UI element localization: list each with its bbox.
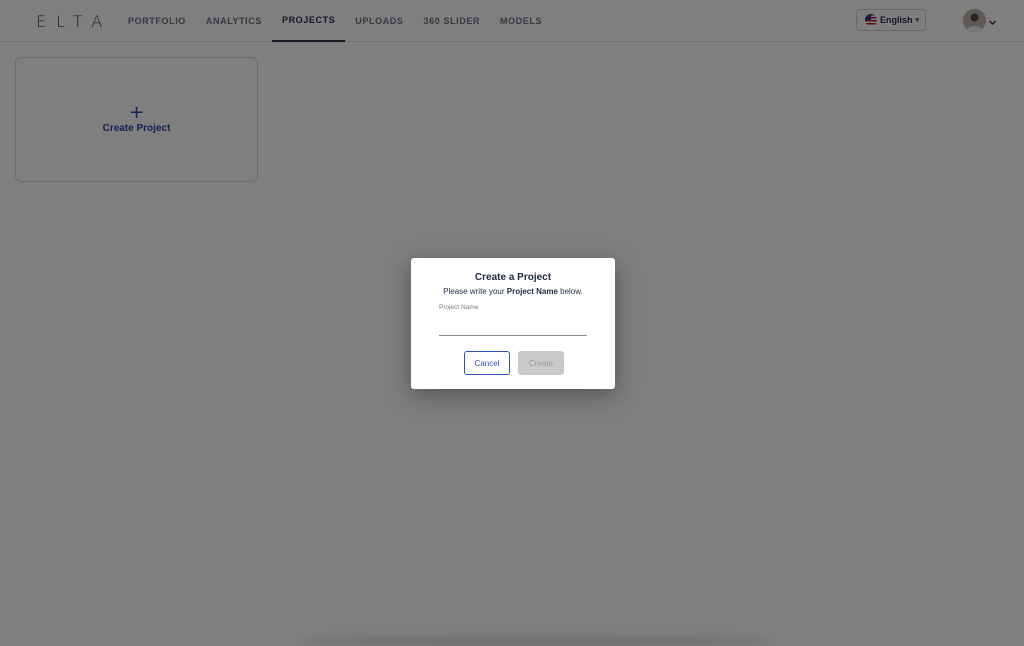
project-name-input[interactable]	[439, 316, 587, 336]
project-name-label: Project Name	[439, 304, 479, 311]
subtitle-prefix: Please write your	[443, 287, 507, 296]
create-button[interactable]: Create	[518, 351, 564, 375]
cancel-button[interactable]: Cancel	[464, 351, 510, 375]
dialog-subtitle: Please write your Project Name below.	[411, 287, 615, 296]
dialog-title: Create a Project	[474, 272, 552, 283]
create-project-dialog: Create a Project Please write your Proje…	[411, 258, 615, 389]
subtitle-suffix: below.	[557, 287, 583, 296]
bottom-shadow	[300, 636, 770, 646]
subtitle-bold: Project Name	[506, 287, 558, 296]
